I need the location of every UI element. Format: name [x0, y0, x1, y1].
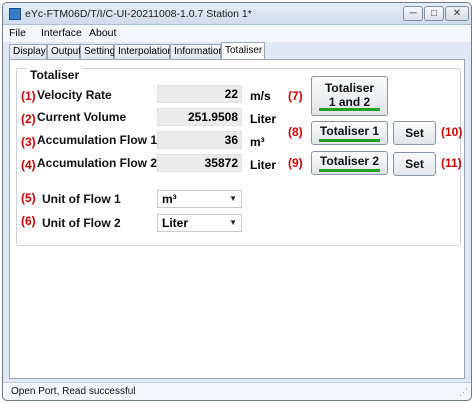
- tab-totaliser[interactable]: Totaliser: [221, 42, 265, 59]
- window-title: eYc-FTM06D/T/I/C-UI-20211008-1.0.7 Stati…: [25, 8, 252, 20]
- velocity-rate-value: 22: [157, 85, 242, 103]
- set-1-button[interactable]: Set: [393, 121, 436, 145]
- totaliser-2-label: Totaliser 2: [319, 154, 380, 168]
- callout-2: (2): [21, 112, 36, 126]
- maximize-button[interactable]: □: [424, 6, 444, 21]
- status-text: Open Port, Read successful: [11, 386, 136, 397]
- current-volume-label: Current Volume: [37, 110, 127, 124]
- unit-of-flow-2-label: Unit of Flow 2: [42, 216, 121, 230]
- accumulation-flow-2-value: 35872: [157, 154, 242, 172]
- callout-9: (9): [288, 156, 303, 170]
- callout-11: (11): [441, 156, 462, 170]
- totaliser-tab-page: Totaliser (1) Velocity Rate 22 m/s (2) C…: [9, 59, 465, 379]
- tab-output[interactable]: Output: [47, 44, 81, 59]
- status-bar: Open Port, Read successful ⋰: [3, 382, 471, 400]
- totaliser-1-label: Totaliser 1: [319, 124, 380, 138]
- accumulation-flow-1-unit: m³: [250, 135, 265, 149]
- totaliser-1-and-2-button[interactable]: Totaliser 1 and 2: [311, 76, 388, 116]
- accumulation-flow-1-value: 36: [157, 131, 242, 149]
- minimize-button[interactable]: ─: [403, 6, 423, 21]
- menu-file[interactable]: File: [9, 27, 26, 39]
- velocity-rate-unit: m/s: [250, 89, 271, 103]
- callout-10: (10): [441, 125, 463, 139]
- unit-of-flow-1-selected: m³: [162, 192, 177, 206]
- callout-6: (6): [21, 214, 36, 228]
- current-volume-unit: Liter: [250, 112, 277, 126]
- callout-1: (1): [21, 89, 36, 103]
- totaliser-1-indicator: [319, 139, 380, 142]
- unit-of-flow-1-label: Unit of Flow 1: [42, 192, 121, 206]
- callout-4: (4): [21, 158, 36, 172]
- menu-interface[interactable]: Interface: [41, 27, 82, 39]
- group-title: Totaliser: [27, 68, 83, 82]
- tab-setting[interactable]: Setting: [80, 44, 115, 59]
- close-button[interactable]: ✕: [445, 6, 469, 21]
- unit-of-flow-1-select[interactable]: m³ ▼: [157, 190, 242, 208]
- totaliser-2-indicator: [319, 169, 380, 172]
- unit-of-flow-2-select[interactable]: Liter ▼: [157, 214, 242, 232]
- title-bar[interactable]: eYc-FTM06D/T/I/C-UI-20211008-1.0.7 Stati…: [3, 3, 471, 25]
- totaliser-group: Totaliser (1) Velocity Rate 22 m/s (2) C…: [16, 68, 463, 246]
- chevron-down-icon: ▼: [229, 218, 237, 227]
- menu-about[interactable]: About: [89, 27, 116, 39]
- callout-8: (8): [288, 125, 303, 139]
- chevron-down-icon: ▼: [229, 194, 237, 203]
- totaliser-both-indicator: [319, 108, 380, 111]
- accumulation-flow-2-label: Accumulation Flow 2: [37, 156, 158, 170]
- totaliser-both-line2: 1 and 2: [328, 95, 371, 109]
- velocity-rate-label: Velocity Rate: [37, 88, 112, 102]
- totaliser-both-line1: Totaliser: [324, 81, 375, 95]
- accumulation-flow-2-unit: Liter: [250, 158, 277, 172]
- app-icon: [9, 8, 21, 20]
- callout-5: (5): [21, 191, 36, 205]
- set-2-button[interactable]: Set: [393, 152, 436, 176]
- current-volume-value: 251.9508: [157, 108, 242, 126]
- tab-interpolation[interactable]: Interpolation: [114, 44, 173, 59]
- menu-bar: File Interface About: [3, 25, 471, 42]
- totaliser-2-button[interactable]: Totaliser 2: [311, 151, 388, 175]
- callout-7: (7): [288, 89, 303, 103]
- resize-grip-icon[interactable]: ⋰: [459, 387, 468, 398]
- accumulation-flow-1-label: Accumulation Flow 1: [37, 133, 158, 147]
- tab-information[interactable]: Information: [170, 44, 224, 59]
- tab-display[interactable]: Display: [9, 44, 47, 59]
- unit-of-flow-2-selected: Liter: [162, 216, 189, 230]
- callout-3: (3): [21, 135, 36, 149]
- totaliser-1-button[interactable]: Totaliser 1: [311, 121, 388, 145]
- app-window: eYc-FTM06D/T/I/C-UI-20211008-1.0.7 Stati…: [2, 2, 472, 401]
